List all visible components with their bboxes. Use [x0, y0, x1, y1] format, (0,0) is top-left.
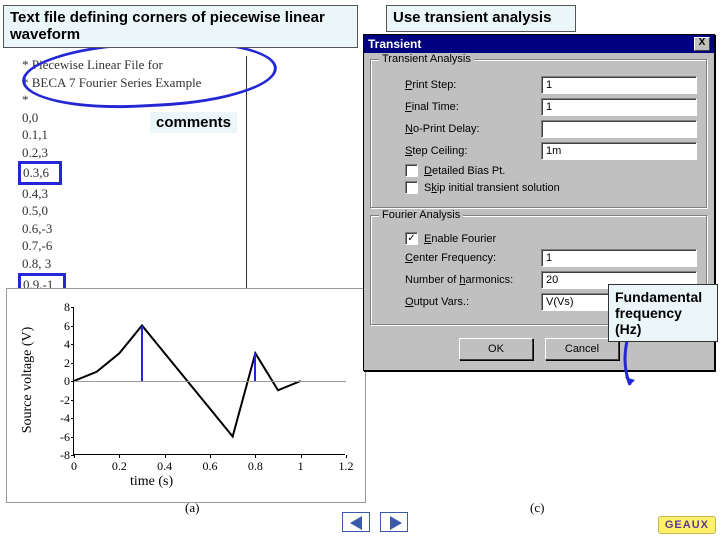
banner-right-description: Use transient analysis: [386, 5, 576, 32]
print-step-label: Print Step:: [381, 79, 541, 91]
print-step-input[interactable]: [541, 76, 697, 94]
final-time-input[interactable]: [541, 98, 697, 116]
chart-ylabel: Source voltage (V): [20, 310, 36, 450]
skip-initial-label: Skip initial transient solution: [424, 182, 560, 194]
detailed-bias-label: Detailed Bias Pt.: [424, 165, 505, 177]
step-ceiling-input[interactable]: [541, 142, 697, 160]
final-time-label: Final Time:: [381, 101, 541, 113]
noprint-delay-label: No-Print Delay:: [381, 123, 541, 135]
subfigure-label-a: (a): [185, 500, 199, 516]
center-frequency-label: Center Frequency:: [381, 252, 541, 264]
prev-slide-button[interactable]: [342, 512, 370, 532]
plot-area: -8-6-4-20246800.20.40.60.811.2: [73, 307, 345, 455]
skip-initial-checkbox[interactable]: [405, 181, 418, 194]
noprint-delay-input[interactable]: [541, 120, 697, 138]
enable-fourier-label: Enable Fourier: [424, 233, 496, 245]
nav-arrows: [342, 512, 408, 532]
output-vars-label: Output Vars.:: [381, 296, 541, 308]
banner-left-description: Text file defining corners of piecewise …: [3, 5, 358, 48]
fundamental-frequency-callout: Fundamental frequency (Hz): [608, 284, 718, 342]
enable-fourier-checkbox[interactable]: ✓: [405, 232, 418, 245]
transient-group-legend: Transient Analysis: [379, 53, 474, 65]
chart-xlabel: time (s): [130, 474, 173, 490]
center-frequency-input[interactable]: [541, 249, 697, 267]
dialog-title: Transient: [368, 37, 421, 51]
geaux-logo: GEAUX: [658, 516, 716, 534]
close-icon[interactable]: X: [694, 37, 710, 51]
dialog-titlebar[interactable]: Transient X: [364, 35, 714, 53]
pwl-text-file-listing: * Piecewise Linear File for* BECA 7 Four…: [22, 56, 247, 314]
subfigure-label-c: (c): [530, 500, 544, 516]
next-slide-button[interactable]: [380, 512, 408, 532]
num-harmonics-label: Number of harmonics:: [381, 274, 541, 286]
step-ceiling-label: Step Ceiling:: [381, 145, 541, 157]
comments-label: comments: [150, 112, 237, 133]
transient-analysis-group: Transient Analysis Print Step: Final Tim…: [370, 59, 708, 209]
source-voltage-chart: -8-6-4-20246800.20.40.60.811.2: [6, 288, 366, 503]
ok-button[interactable]: OK: [459, 338, 533, 360]
detailed-bias-checkbox[interactable]: [405, 164, 418, 177]
fourier-group-legend: Fourier Analysis: [379, 209, 463, 221]
